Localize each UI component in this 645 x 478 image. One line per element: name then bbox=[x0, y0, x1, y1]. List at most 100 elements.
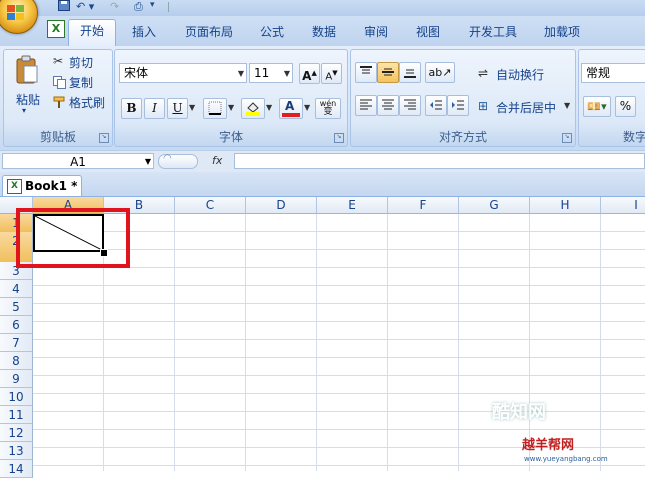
row-header[interactable]: 9 bbox=[0, 370, 33, 388]
ribbon-tab-row: 开始 插入 页面布局 公式 数据 审阅 视图 开发工具 加载项 bbox=[0, 16, 645, 47]
chevron-down-icon[interactable]: ▼ bbox=[284, 64, 290, 83]
workbook-tab[interactable]: X Book1 * bbox=[2, 175, 82, 196]
bold-button[interactable]: B bbox=[121, 98, 142, 119]
borders-dropdown-icon[interactable]: ▼ bbox=[228, 103, 234, 112]
borders-button[interactable] bbox=[203, 98, 227, 119]
workbook-tab-label: Book1 * bbox=[25, 179, 78, 193]
paste-dropdown-icon[interactable]: ▾ bbox=[22, 106, 26, 115]
align-center-icon bbox=[382, 99, 394, 110]
row-header[interactable]: 8 bbox=[0, 352, 33, 370]
italic-button[interactable]: I bbox=[144, 98, 165, 119]
row-header[interactable]: 14 bbox=[0, 460, 33, 478]
tab-addins[interactable]: 加载项 bbox=[536, 21, 588, 45]
row-header[interactable]: 5 bbox=[0, 298, 33, 316]
number-format-combo[interactable]: 常规 bbox=[581, 63, 645, 83]
middle-align-button[interactable] bbox=[377, 62, 399, 83]
alignment-launcher-icon[interactable]: ↘ bbox=[562, 133, 572, 143]
phonetic-button[interactable]: wén 变 bbox=[315, 98, 341, 119]
formula-bar: A1 ▼ ◠ fx bbox=[0, 150, 645, 173]
align-center-button[interactable] bbox=[377, 95, 399, 116]
merge-dropdown-icon[interactable]: ▼ bbox=[564, 101, 570, 110]
column-header[interactable]: H bbox=[530, 197, 601, 214]
wrap-text-label: 自动换行 bbox=[496, 68, 545, 82]
decrease-indent-icon bbox=[430, 100, 442, 110]
grow-font-button[interactable]: A▲ bbox=[299, 63, 320, 84]
name-box[interactable]: A1 ▼ bbox=[2, 153, 154, 169]
merge-center-icon: ⊞ bbox=[478, 99, 489, 113]
accounting-format-button[interactable]: 💴▾ bbox=[583, 96, 611, 117]
decrease-indent-button[interactable] bbox=[425, 95, 447, 116]
orientation-button[interactable]: ab↗ bbox=[425, 62, 455, 83]
column-header[interactable]: C bbox=[175, 197, 246, 214]
font-color-dropdown-icon[interactable]: ▼ bbox=[304, 103, 310, 112]
row-header[interactable]: 10 bbox=[0, 388, 33, 406]
row-header[interactable]: 13 bbox=[0, 442, 33, 460]
tab-page-layout[interactable]: 页面布局 bbox=[176, 21, 242, 45]
column-header[interactable]: I bbox=[601, 197, 645, 214]
underline-button[interactable]: U bbox=[167, 98, 188, 119]
tab-review[interactable]: 审阅 bbox=[356, 21, 396, 45]
clipboard-launcher-icon[interactable]: ↘ bbox=[99, 133, 109, 143]
tab-view[interactable]: 视图 bbox=[408, 21, 448, 45]
column-header[interactable]: D bbox=[246, 197, 317, 214]
row-header[interactable]: 12 bbox=[0, 424, 33, 442]
formula-bar-expander[interactable]: ◠ bbox=[158, 153, 198, 169]
qat-customize-icon[interactable]: ▾ bbox=[150, 0, 162, 12]
underline-dropdown-icon[interactable]: ▼ bbox=[189, 103, 195, 112]
row-header[interactable]: 7 bbox=[0, 334, 33, 352]
font-name-combo[interactable]: 宋体 ▼ bbox=[119, 63, 247, 83]
merge-center-button[interactable]: ⊞ 合并后居中 ▼ bbox=[477, 97, 573, 117]
shrink-font-button[interactable]: A▼ bbox=[321, 63, 342, 84]
font-color-button[interactable]: A bbox=[279, 98, 303, 119]
percent-button[interactable]: % bbox=[615, 96, 636, 117]
column-header[interactable]: F bbox=[388, 197, 459, 214]
copy-button[interactable]: 复制 bbox=[52, 73, 110, 92]
row-header[interactable]: 4 bbox=[0, 280, 33, 298]
worksheet-grid[interactable]: ABCDEFGHI 1 2 3 4 5 6 7 8 9 10 11 12 13 14 bbox=[0, 197, 645, 478]
align-left-button[interactable] bbox=[355, 95, 377, 116]
increase-indent-button[interactable] bbox=[447, 95, 469, 116]
top-align-button[interactable] bbox=[355, 62, 377, 83]
copy-icon bbox=[53, 76, 66, 89]
copy-label: 复制 bbox=[69, 76, 94, 90]
watermark-text: 酷知网 bbox=[492, 402, 546, 423]
ribbon: 粘贴 ▾ ✂ 剪切 复制 格式刷 剪贴板 ↘ 宋体 ▼ 11 ▼ A▲ A▼ B… bbox=[0, 46, 645, 150]
chevron-down-icon[interactable]: ▼ bbox=[238, 64, 244, 83]
wrap-text-button[interactable]: ⇌ 自动换行 bbox=[477, 64, 569, 84]
print-preview-icon[interactable]: ⎙ bbox=[134, 0, 150, 13]
font-group: 宋体 ▼ 11 ▼ A▲ A▼ B I U ▼ ▼ ▼ A ▼ wén 变 字体… bbox=[114, 49, 348, 147]
number-group-label: 数字 bbox=[623, 130, 645, 144]
fill-color-dropdown-icon[interactable]: ▼ bbox=[266, 103, 272, 112]
save-icon[interactable] bbox=[58, 0, 70, 12]
font-size-combo[interactable]: 11 ▼ bbox=[249, 63, 293, 83]
row-header[interactable]: 11 bbox=[0, 406, 33, 424]
column-header[interactable]: G bbox=[459, 197, 530, 214]
tab-home[interactable]: 开始 bbox=[68, 19, 116, 47]
bottom-align-button[interactable] bbox=[399, 62, 421, 83]
tab-data[interactable]: 数据 bbox=[304, 21, 344, 45]
column-header[interactable]: E bbox=[317, 197, 388, 214]
watermark-text-2: 越羊帮网 bbox=[522, 438, 575, 453]
paste-button[interactable]: 粘贴 ▾ bbox=[9, 52, 45, 124]
clipboard-group: 粘贴 ▾ ✂ 剪切 复制 格式刷 剪贴板 ↘ bbox=[3, 49, 113, 147]
row-header[interactable]: 6 bbox=[0, 316, 33, 334]
undo-icon[interactable]: ↶ ▾ bbox=[76, 0, 106, 13]
formula-input[interactable] bbox=[234, 153, 645, 169]
name-box-dropdown-icon[interactable]: ▼ bbox=[145, 154, 151, 170]
scissors-icon: ✂ bbox=[53, 54, 64, 68]
number-group: 常规 💴▾ % 数字 bbox=[578, 49, 645, 147]
tab-formulas[interactable]: 公式 bbox=[252, 21, 292, 45]
paste-icon bbox=[16, 55, 38, 84]
tab-developer[interactable]: 开发工具 bbox=[460, 21, 526, 45]
alignment-group: ab↗ ⇌ 自动换行 ⊞ 合并后居中 ▼ 对齐方式 ↘ bbox=[350, 49, 576, 147]
redo-icon[interactable]: ↷ bbox=[110, 0, 130, 13]
format-painter-button[interactable]: 格式刷 bbox=[52, 93, 112, 112]
orientation-icon: ab↗ bbox=[428, 66, 452, 79]
insert-function-button[interactable]: fx bbox=[212, 153, 232, 169]
highlight-frame bbox=[16, 208, 130, 268]
tab-insert[interactable]: 插入 bbox=[122, 21, 166, 45]
align-right-button[interactable] bbox=[399, 95, 421, 116]
fill-color-button[interactable] bbox=[241, 98, 265, 119]
font-launcher-icon[interactable]: ↘ bbox=[334, 133, 344, 143]
cut-button[interactable]: ✂ 剪切 bbox=[52, 53, 110, 72]
